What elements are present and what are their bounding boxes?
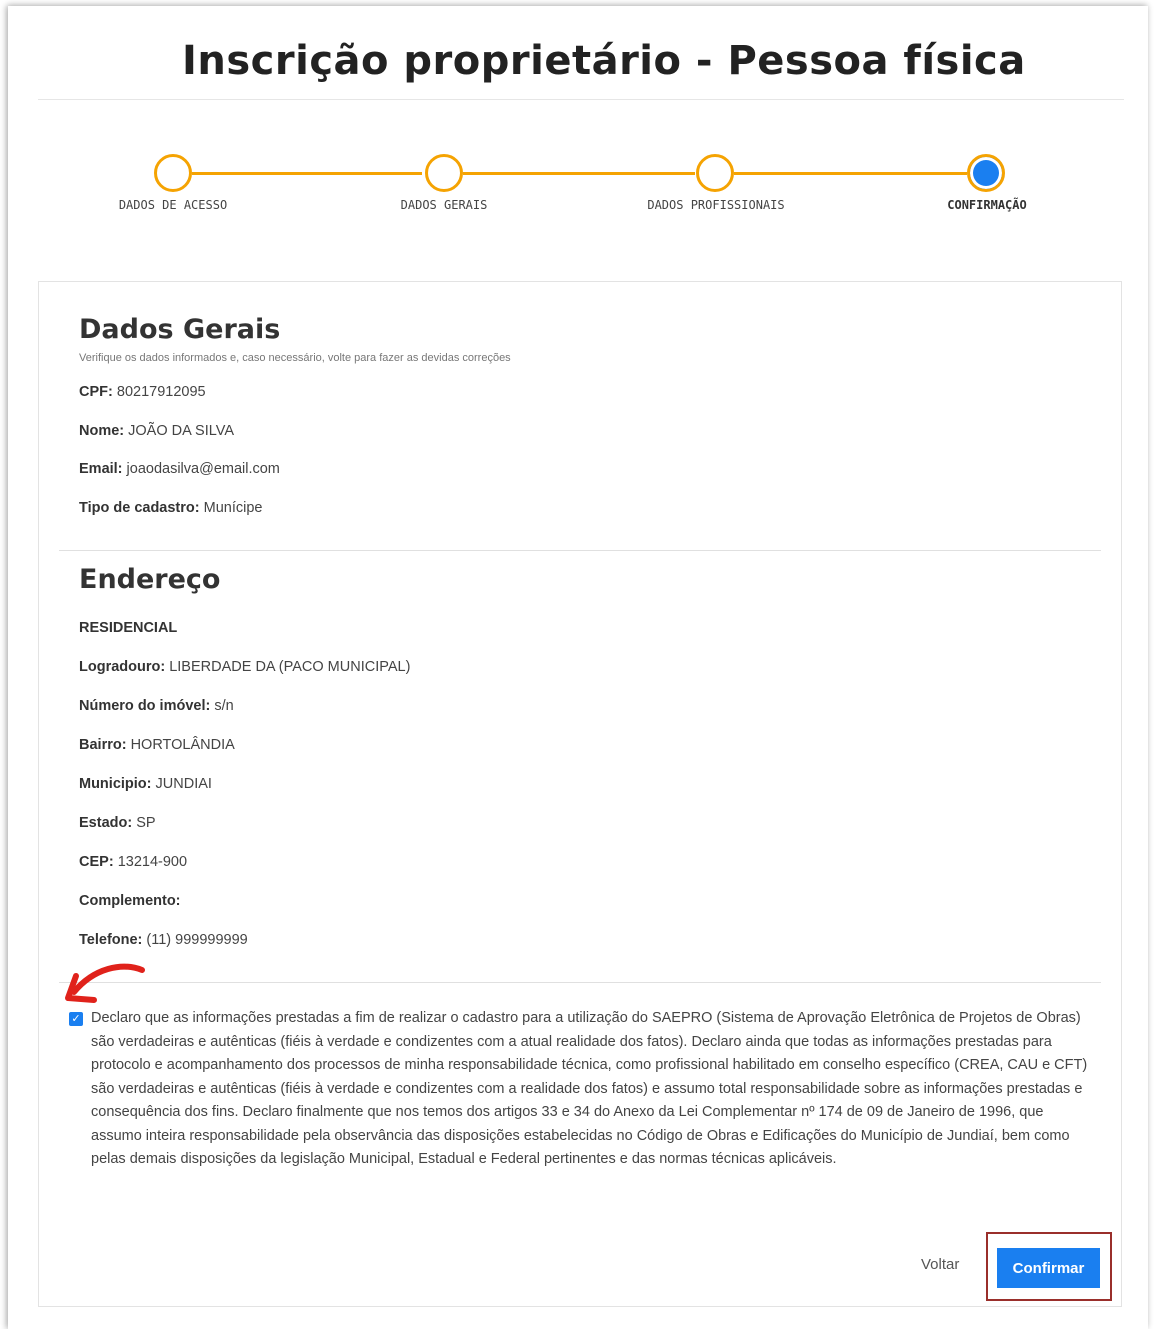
field-label: Municipio: (79, 776, 152, 792)
field-label: Telefone: (79, 932, 143, 948)
field-value: Munícipe (203, 500, 263, 516)
field-label: CPF: (79, 384, 113, 400)
field-label: Estado: (79, 815, 133, 831)
field-cep: CEP: 13214-900 (79, 854, 187, 870)
consent-text: Declaro que as informações prestadas a f… (91, 1010, 1088, 1167)
consent-checkbox[interactable]: ✓ (69, 1012, 83, 1026)
section-divider (59, 550, 1101, 551)
field-value: (11) 999999999 (146, 932, 248, 948)
confirm-button[interactable]: Confirmar (997, 1248, 1100, 1288)
step-label-dados-de-acesso: DADOS DE ACESSO (118, 198, 228, 212)
field-logradouro: Logradouro: LIBERDADE DA (PACO MUNICIPAL… (79, 659, 410, 675)
field-value: joaodasilva@email.com (126, 461, 280, 477)
field-label: Logradouro: (79, 659, 166, 675)
field-label: CEP: (79, 854, 114, 870)
field-label: Email: (79, 461, 123, 477)
stepper: DADOS DE ACESSO DADOS GERAIS DADOS PROFI… (0, 150, 1156, 220)
endereco-title: Endereço (79, 564, 221, 595)
back-button[interactable]: Voltar (921, 1256, 959, 1273)
step-circle-confirmacao[interactable] (967, 154, 1005, 192)
field-bairro: Bairro: HORTOLÂNDIA (79, 737, 235, 753)
field-value: 80217912095 (116, 384, 206, 400)
field-municipio: Municipio: JUNDIAI (79, 776, 212, 792)
field-value: HORTOLÂNDIA (130, 737, 235, 753)
field-value: 13214-900 (117, 854, 188, 870)
section-divider (59, 982, 1101, 983)
step-label-confirmacao: CONFIRMAÇÃO (947, 198, 1027, 212)
step-label-dados-profissionais: DADOS PROFISSIONAIS (647, 198, 785, 212)
field-estado: Estado: SP (79, 815, 156, 831)
check-icon: ✓ (71, 1013, 81, 1025)
dados-gerais-subtitle: Verifique os dados informados e, caso ne… (79, 352, 511, 364)
dados-gerais-title: Dados Gerais (79, 314, 281, 345)
field-telefone: Telefone: (11) 999999999 (79, 932, 248, 948)
step-circle-dados-de-acesso[interactable] (154, 154, 192, 192)
confirmation-card: Dados Gerais Verifique os dados informad… (38, 281, 1122, 1307)
step-label-dados-gerais: DADOS GERAIS (400, 198, 488, 212)
field-value: JUNDIAI (155, 776, 212, 792)
red-arrow-icon (65, 963, 145, 1003)
field-cpf: CPF: 80217912095 (79, 384, 206, 400)
field-value: s/n (214, 698, 234, 714)
stepper-line (734, 172, 967, 175)
page-title: Inscrição proprietário - Pessoa física (182, 38, 1026, 84)
field-label: Bairro: (79, 737, 127, 753)
title-divider (38, 99, 1124, 100)
field-tipo-cadastro: Tipo de cadastro: Munícipe (79, 500, 262, 516)
field-nome: Nome: JOÃO DA SILVA (79, 423, 234, 439)
field-label: Complemento: (79, 893, 181, 909)
field-value: SP (136, 815, 156, 831)
field-value: LIBERDADE DA (PACO MUNICIPAL) (169, 659, 411, 675)
step-circle-dados-profissionais[interactable] (696, 154, 734, 192)
stepper-line (192, 172, 422, 175)
field-label: Tipo de cadastro: (79, 500, 200, 516)
endereco-type: RESIDENCIAL (79, 620, 177, 636)
field-label: Nome: (79, 423, 125, 439)
field-complemento: Complemento: (79, 893, 181, 909)
field-label: Número do imóvel: (79, 698, 211, 714)
step-circle-dados-gerais[interactable] (425, 154, 463, 192)
field-value: JOÃO DA SILVA (128, 423, 234, 439)
field-email: Email: joaodasilva@email.com (79, 461, 280, 477)
stepper-line (463, 172, 695, 175)
endereco-type-label: RESIDENCIAL (79, 620, 178, 636)
field-numero: Número do imóvel: s/n (79, 698, 234, 714)
